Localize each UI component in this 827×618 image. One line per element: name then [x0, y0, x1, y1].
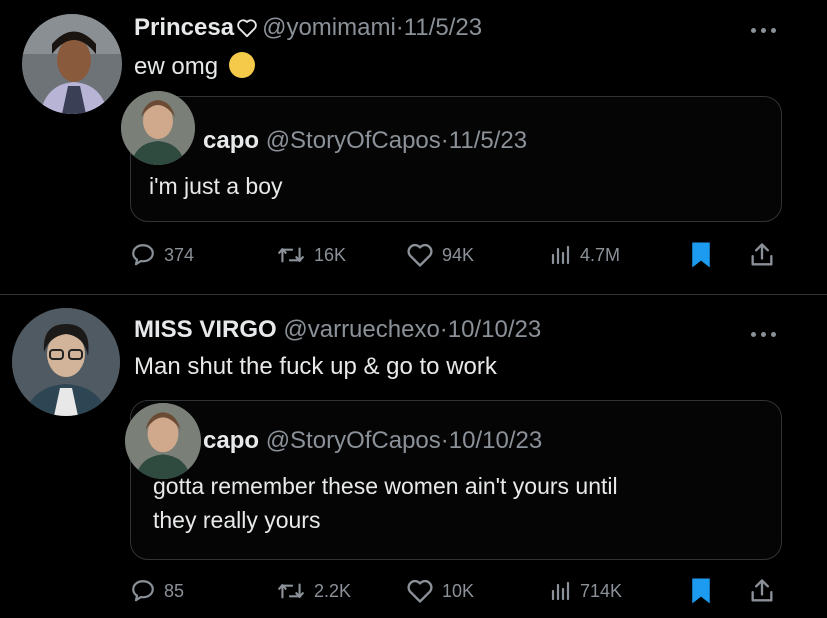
- quoted-date: 10/10/23: [448, 427, 543, 454]
- reply-icon: [132, 580, 154, 602]
- display-name[interactable]: Princesa: [134, 14, 234, 41]
- views-chart-icon: [551, 581, 570, 601]
- quoted-display-name[interactable]: capo: [203, 127, 259, 154]
- reply-count: 374: [164, 244, 195, 265]
- quoted-date: 11/5/23: [448, 127, 528, 154]
- like-button[interactable]: 94K: [406, 238, 474, 272]
- views-chart-icon: [551, 245, 570, 265]
- more-options-icon[interactable]: [751, 330, 777, 338]
- repost-button[interactable]: 2.2K: [276, 574, 351, 608]
- quoted-header: capo @StoryOfCapos·11/5/23: [203, 127, 527, 155]
- more-options-icon[interactable]: [751, 26, 777, 34]
- tweet-date[interactable]: 11/5/23: [404, 14, 482, 41]
- timeline: Princesa@yomimami·11/5/23 ew omg 😷 capo …: [0, 0, 827, 618]
- user-handle[interactable]: @varruechexo: [283, 316, 439, 343]
- repost-icon: [278, 247, 304, 263]
- like-button[interactable]: 10K: [406, 574, 474, 608]
- quoted-text-line: gotta remember these women ain't yours u…: [153, 473, 618, 499]
- emoji: 😷: [228, 52, 255, 78]
- reply-button[interactable]: 374: [130, 238, 194, 272]
- user-handle[interactable]: @yomimami: [262, 14, 396, 41]
- bookmark-icon[interactable]: [688, 240, 714, 270]
- quoted-avatar: [121, 91, 195, 165]
- quoted-tweet[interactable]: capo @StoryOfCapos·10/10/23 gotta rememb…: [125, 400, 782, 560]
- avatar[interactable]: [22, 14, 122, 114]
- tweet-header: Princesa @yomimami·11/5/23: [134, 14, 482, 42]
- tweet[interactable]: MISS VIRGO @varruechexo·10/10/23 Man shu…: [0, 296, 827, 618]
- bookmark-icon[interactable]: [688, 576, 714, 606]
- repost-count: 2.2K: [314, 580, 352, 601]
- share-icon[interactable]: [748, 576, 776, 606]
- views-count: 4.7M: [580, 244, 621, 265]
- tweet-date[interactable]: 10/10/23: [448, 316, 541, 343]
- tweet-text-body: ew omg: [134, 53, 219, 80]
- tweet-text: ew omg 😷: [134, 52, 255, 82]
- tweet[interactable]: Princesa@yomimami·11/5/23 ew omg 😷 capo …: [0, 0, 827, 294]
- reply-button[interactable]: 85: [130, 574, 184, 608]
- repost-icon: [278, 583, 304, 599]
- tweet-text: Man shut the fuck up & go to work: [134, 353, 497, 380]
- like-count: 10K: [442, 580, 475, 601]
- quoted-header: capo @StoryOfCapos·10/10/23: [203, 427, 542, 455]
- quoted-avatar: [125, 403, 201, 479]
- views-button[interactable]: 714K: [548, 574, 622, 608]
- separator-dot: ·: [395, 14, 404, 41]
- quoted-tweet[interactable]: capo @StoryOfCapos·11/5/23 i'm just a bo…: [121, 91, 782, 222]
- views-button[interactable]: 4.7M: [548, 238, 620, 272]
- views-count: 714K: [580, 580, 623, 601]
- heart-icon: [407, 243, 433, 267]
- avatar[interactable]: [12, 308, 120, 416]
- action-bar: 85 2.2K 10K 714K: [130, 574, 790, 608]
- action-bar: 374 16K 94K 4.7M: [130, 238, 790, 272]
- repost-count: 16K: [314, 244, 347, 265]
- quoted-text-line: they really yours: [153, 507, 321, 533]
- heart-outline-icon: [237, 19, 257, 38]
- separator-dot: ·: [439, 316, 448, 343]
- quoted-display-name[interactable]: capo: [203, 427, 259, 454]
- separator-dot: ·: [440, 427, 449, 454]
- tweet-header: MISS VIRGO @varruechexo·10/10/23: [134, 316, 541, 344]
- reply-count: 85: [164, 580, 185, 601]
- repost-button[interactable]: 16K: [276, 238, 346, 272]
- heart-icon: [407, 579, 433, 603]
- tweet-divider: [0, 294, 827, 295]
- reply-icon: [132, 244, 154, 266]
- separator-dot: ·: [440, 127, 449, 154]
- quoted-user-handle[interactable]: @StoryOfCapos: [266, 127, 441, 154]
- like-count: 94K: [442, 244, 475, 265]
- quoted-user-handle[interactable]: @StoryOfCapos: [266, 427, 441, 454]
- display-name[interactable]: MISS VIRGO: [134, 316, 277, 343]
- quoted-text: i'm just a boy: [149, 173, 283, 199]
- share-icon[interactable]: [748, 240, 776, 270]
